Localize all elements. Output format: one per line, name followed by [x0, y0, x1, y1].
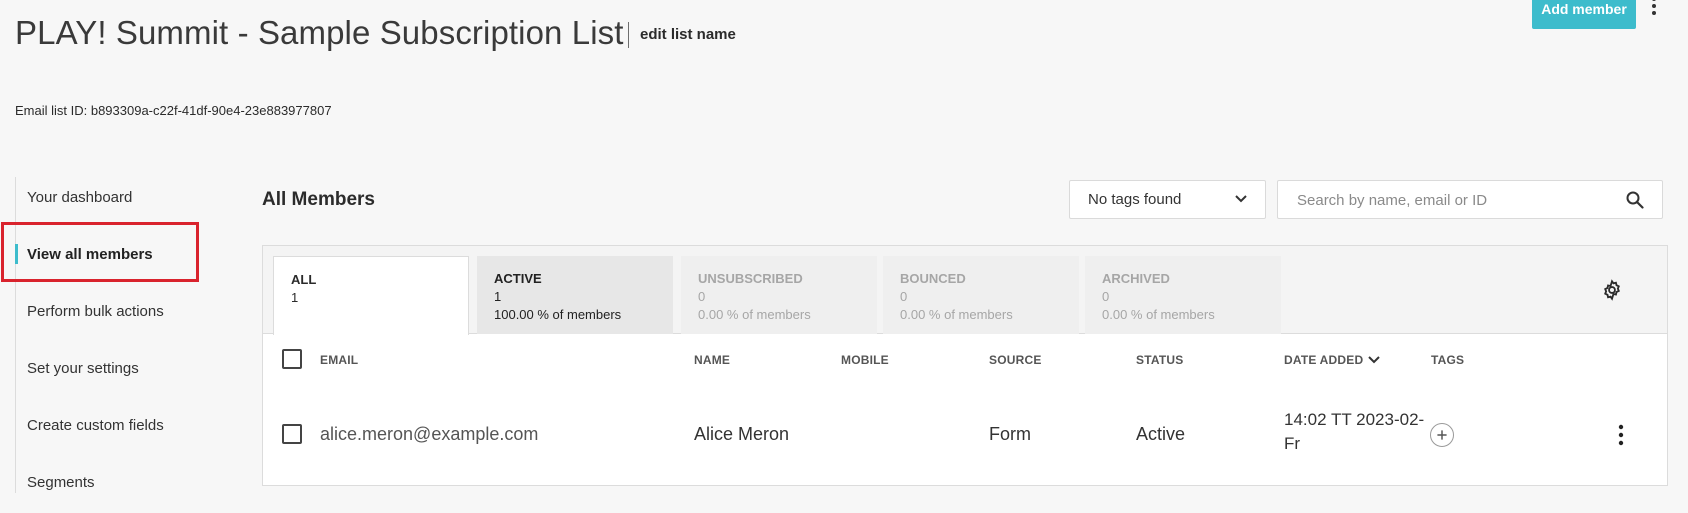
row-checkbox[interactable]	[282, 424, 302, 444]
sidebar-item-dashboard[interactable]: Your dashboard	[16, 177, 196, 217]
members-panel: ALL 1 ACTIVE 1 100.00 % of members UNSUB…	[262, 245, 1668, 486]
column-status[interactable]: STATUS	[1136, 353, 1183, 367]
tab-bounced[interactable]: BOUNCED 0 0.00 % of members	[883, 256, 1079, 334]
section-title: All Members	[262, 189, 375, 210]
email-list-id: Email list ID: b893309a-c22f-41df-90e4-2…	[15, 103, 332, 118]
sort-chevron-down-icon[interactable]	[1368, 356, 1380, 364]
row-source: Form	[989, 424, 1031, 444]
tab-unsubscribed[interactable]: UNSUBSCRIBED 0 0.00 % of members	[681, 256, 877, 334]
sidebar-item-settings[interactable]: Set your settings	[16, 348, 196, 388]
column-mobile[interactable]: MOBILE	[841, 353, 889, 367]
search-icon[interactable]	[1626, 191, 1644, 209]
search-input[interactable]	[1297, 190, 1617, 210]
more-options-icon[interactable]	[1648, 0, 1660, 16]
tab-percent: 100.00 % of members	[494, 307, 622, 322]
row-actions-kebab-icon[interactable]	[1616, 424, 1626, 446]
sidebar-item-segments[interactable]: Segments	[16, 462, 196, 502]
column-name[interactable]: NAME	[694, 353, 730, 367]
column-email[interactable]: EMAIL	[320, 353, 358, 367]
sidebar-nav: Your dashboard View all members Perform …	[15, 177, 195, 493]
tab-all[interactable]: ALL 1	[273, 256, 469, 335]
gear-icon[interactable]	[1601, 279, 1623, 301]
column-source[interactable]: SOURCE	[989, 353, 1042, 367]
tab-count: 1	[494, 289, 502, 304]
select-all-checkbox[interactable]	[282, 349, 302, 369]
tab-count: 0	[1102, 289, 1110, 304]
table-header: EMAIL NAME MOBILE SOURCE STATUS DATE ADD…	[263, 334, 1667, 384]
status-tabs: ALL 1 ACTIVE 1 100.00 % of members UNSUB…	[263, 246, 1667, 335]
page-title: PLAY! Summit - Sample Subscription List	[15, 14, 624, 51]
chevron-down-icon	[1235, 195, 1247, 203]
tab-label: ACTIVE	[494, 271, 542, 286]
row-date-added: 14:02 TT 2023-02-Fr	[1284, 410, 1425, 453]
sidebar-item-custom-fields[interactable]: Create custom fields	[16, 405, 196, 445]
title-divider	[628, 22, 629, 48]
edit-list-name-link[interactable]: edit list name	[640, 26, 736, 43]
tab-active[interactable]: ACTIVE 1 100.00 % of members	[477, 256, 673, 334]
tab-percent: 0.00 % of members	[698, 307, 811, 322]
row-name: Alice Meron	[694, 424, 790, 444]
tab-percent: 0.00 % of members	[900, 307, 1013, 322]
table-row[interactable]: alice.meron@example.com Alice Meron Form…	[263, 384, 1667, 487]
sidebar-item-view-all-members[interactable]: View all members	[15, 234, 196, 274]
add-tag-plus-icon[interactable]	[1430, 423, 1454, 447]
add-member-button[interactable]: Add member	[1532, 0, 1636, 29]
column-tags[interactable]: TAGS	[1431, 353, 1464, 367]
tab-label: BOUNCED	[900, 271, 966, 286]
tab-count: 0	[900, 289, 908, 304]
tab-label: ALL	[291, 272, 317, 287]
tab-label: UNSUBSCRIBED	[698, 271, 803, 286]
tab-label: ARCHIVED	[1102, 271, 1170, 286]
row-email[interactable]: alice.meron@example.com	[320, 424, 538, 445]
tab-percent: 0.00 % of members	[1102, 307, 1215, 322]
column-date-added[interactable]: DATE ADDED	[1284, 353, 1363, 367]
tab-count: 1	[291, 290, 299, 305]
tab-archived[interactable]: ARCHIVED 0 0.00 % of members	[1085, 256, 1281, 334]
sidebar-item-bulk-actions[interactable]: Perform bulk actions	[16, 291, 196, 331]
tags-filter-value: No tags found	[1088, 191, 1182, 208]
member-search	[1277, 180, 1663, 219]
tags-filter-dropdown[interactable]: No tags found	[1069, 180, 1266, 219]
row-status: Active	[1136, 424, 1186, 444]
tab-count: 0	[698, 289, 706, 304]
